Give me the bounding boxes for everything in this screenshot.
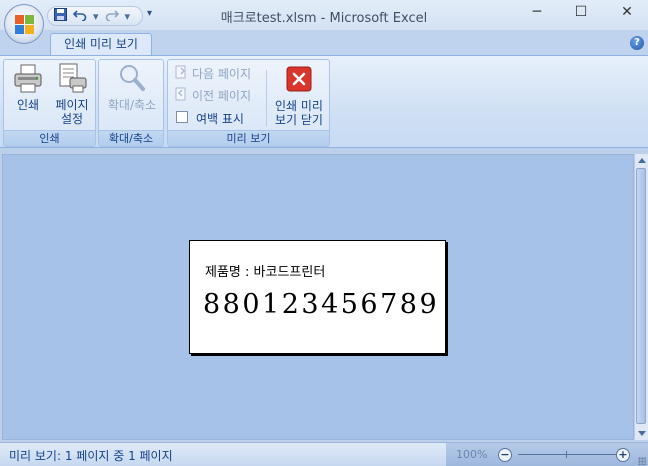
- group-preview: 다음 페이지 이전 페이지 여백 표시 인쇄 미리 보기 닫기 미리 보기: [167, 59, 330, 147]
- title-bar: ▾ ▾ ▾ 매크로test.xlsm - Microsoft Excel ─ ☐…: [0, 0, 648, 30]
- group-zoom: 확대/축소 확대/축소: [98, 59, 164, 147]
- close-print-preview-button[interactable]: 인쇄 미리 보기 닫기: [269, 66, 329, 127]
- maximize-button[interactable]: ☐: [566, 4, 596, 26]
- zoom-controls: 100% − +: [446, 443, 648, 466]
- tab-print-preview[interactable]: 인쇄 미리 보기: [50, 33, 152, 56]
- next-page-label: 다음 페이지: [192, 67, 252, 81]
- close-window-button[interactable]: ✕: [612, 4, 642, 26]
- magnifier-icon: [116, 62, 148, 94]
- zoom-slider-thumb[interactable]: [566, 451, 567, 458]
- group-print-label: 인쇄: [4, 130, 95, 146]
- group-preview-label: 미리 보기: [168, 130, 329, 146]
- status-text: 미리 보기: 1 페이지 중 1 페이지: [9, 449, 173, 463]
- scroll-up-icon[interactable]: [638, 158, 646, 163]
- barcode-number: 880123456789: [203, 289, 440, 320]
- help-icon[interactable]: ?: [630, 36, 644, 50]
- next-page-button[interactable]: 다음 페이지: [174, 65, 251, 82]
- previous-page-button[interactable]: 이전 페이지: [174, 87, 251, 104]
- zoom-level[interactable]: 100%: [456, 448, 487, 461]
- previous-page-icon: [174, 87, 188, 104]
- next-page-icon: [174, 65, 188, 82]
- close-preview-label-line2: 보기 닫기: [275, 113, 323, 127]
- product-name-label: 제품명 : 바코드프린터: [205, 265, 326, 280]
- minimize-button[interactable]: ─: [522, 4, 552, 26]
- checkbox-icon[interactable]: [176, 111, 188, 126]
- group-zoom-label: 확대/축소: [99, 130, 163, 146]
- show-margins-toggle[interactable]: 여백 표시: [176, 110, 244, 127]
- ribbon-tab-strip: 인쇄 미리 보기 ?: [0, 30, 648, 56]
- previous-page-label: 이전 페이지: [192, 89, 252, 103]
- page-setup-button[interactable]: 페이지 설정: [50, 62, 94, 126]
- close-preview-label-line1: 인쇄 미리: [275, 99, 323, 113]
- print-button-label: 인쇄: [16, 98, 40, 112]
- group-print: 인쇄 페이지 설정 인쇄: [3, 59, 96, 147]
- preview-page: 제품명 : 바코드프린터 880123456789: [189, 240, 446, 354]
- resize-grip-icon[interactable]: [638, 457, 646, 465]
- scroll-down-icon[interactable]: [638, 431, 646, 436]
- zoom-button[interactable]: 확대/축소: [101, 62, 163, 112]
- group-separator: [266, 70, 267, 126]
- vertical-scrollbar[interactable]: [634, 154, 648, 440]
- zoom-out-button[interactable]: −: [498, 448, 512, 462]
- show-margins-label: 여백 표시: [196, 112, 244, 126]
- close-preview-icon: [286, 66, 312, 92]
- ribbon: 인쇄 페이지 설정 인쇄 확대/축소 확대/축소 다음 페이지 이전 페이지 여…: [0, 55, 648, 148]
- page-setup-label-line2: 설정: [60, 112, 84, 126]
- office-button[interactable]: [4, 4, 44, 44]
- zoom-button-label: 확대/축소: [107, 98, 157, 112]
- printer-icon: [12, 62, 44, 94]
- page-setup-icon: [56, 62, 88, 94]
- scroll-thumb[interactable]: [636, 168, 646, 424]
- zoom-slider[interactable]: [518, 454, 620, 455]
- office-logo-icon: [15, 15, 34, 34]
- print-button[interactable]: 인쇄: [8, 62, 48, 112]
- status-bar: 미리 보기: 1 페이지 중 1 페이지 100% − +: [0, 442, 648, 466]
- page-setup-label-line1: 페이지: [55, 98, 89, 112]
- zoom-in-button[interactable]: +: [616, 448, 630, 462]
